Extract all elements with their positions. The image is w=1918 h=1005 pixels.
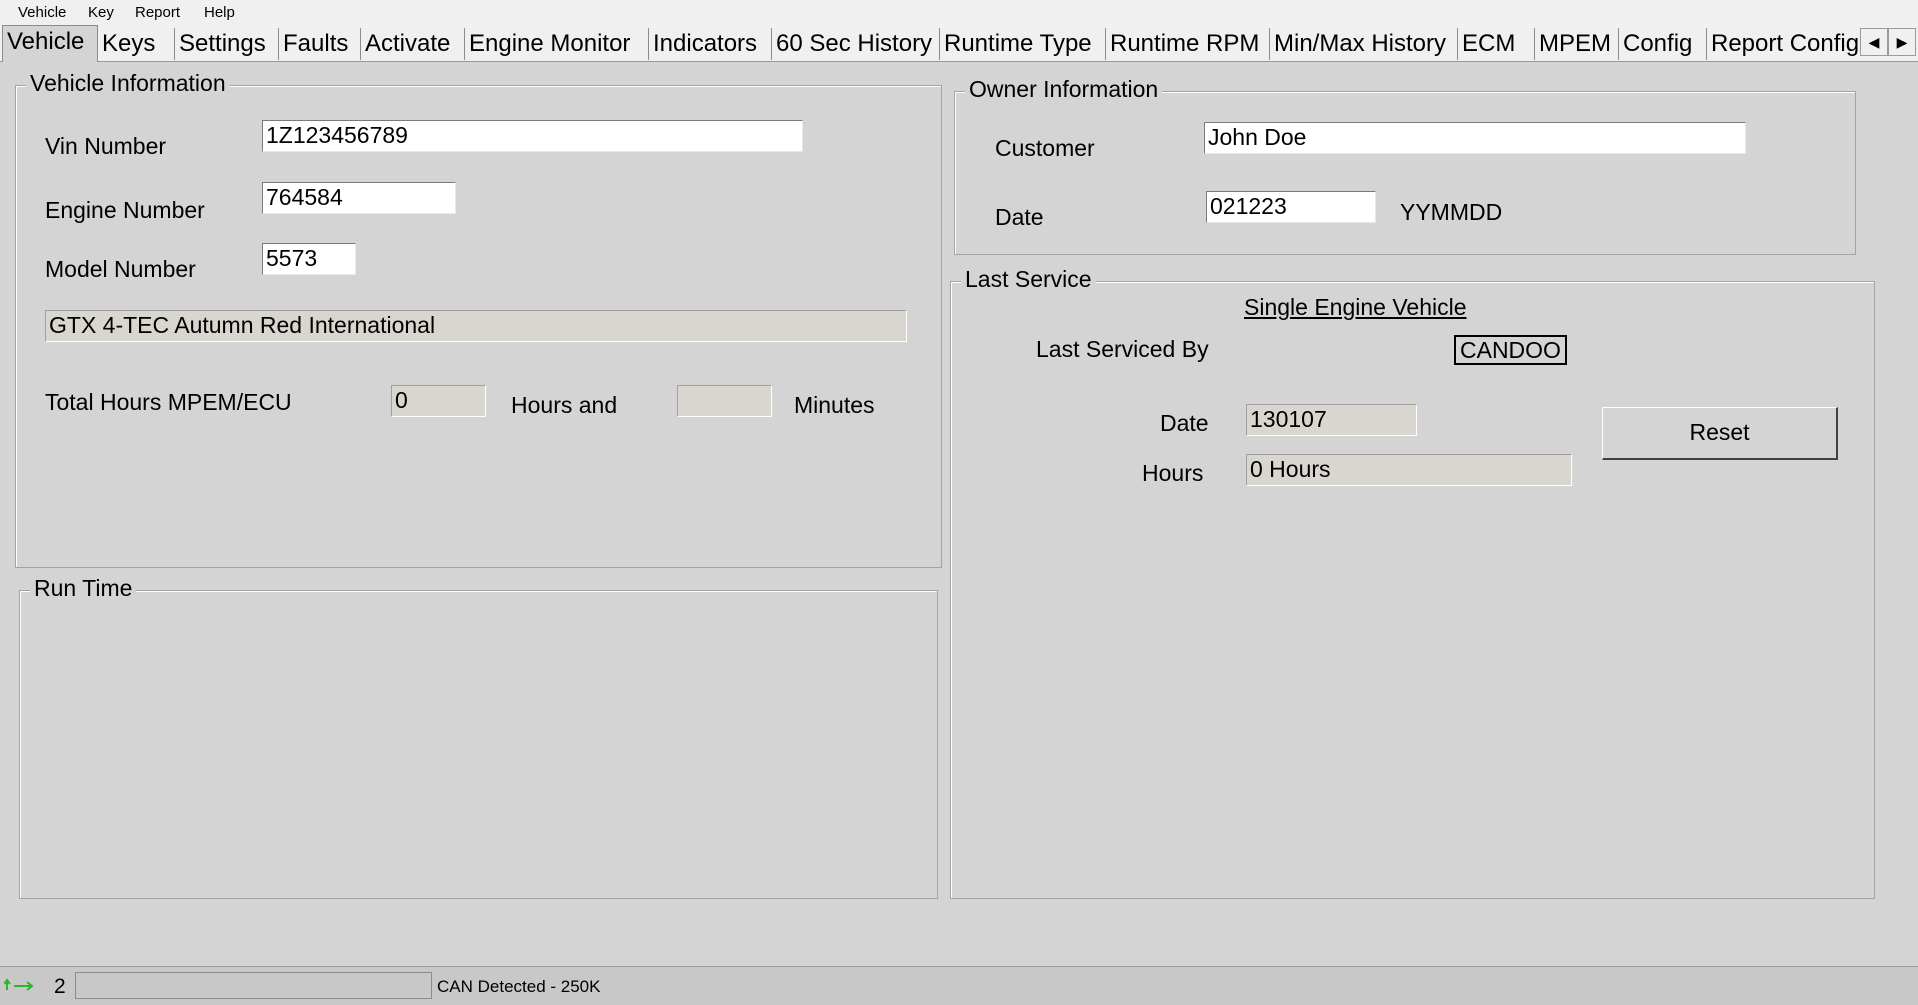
customer-field[interactable]: John Doe xyxy=(1204,122,1746,154)
tab-mpem[interactable]: MPEM xyxy=(1535,28,1619,60)
owner-date-field[interactable]: 021223 xyxy=(1206,191,1376,223)
tab-indicators[interactable]: Indicators xyxy=(649,28,772,60)
tab-scroll-right-icon[interactable]: ▶ xyxy=(1888,28,1916,56)
tab-scroll-left-icon[interactable]: ◀ xyxy=(1860,28,1888,56)
service-date-label: Date xyxy=(1160,410,1209,436)
tab-strip: Vehicle Keys Settings Faults Activate En… xyxy=(0,25,1918,62)
customer-label: Customer xyxy=(995,135,1095,161)
menu-help[interactable]: Help xyxy=(204,4,235,21)
status-count: 2 xyxy=(54,975,66,998)
tab-report-config[interactable]: Report Config xyxy=(1707,28,1862,60)
menu-key[interactable]: Key xyxy=(88,4,114,21)
owner-date-label: Date xyxy=(995,204,1044,230)
service-date-field: 130107 xyxy=(1246,404,1417,436)
tab-config[interactable]: Config xyxy=(1619,28,1707,60)
tab-ecm[interactable]: ECM xyxy=(1458,28,1535,60)
status-progress-panel xyxy=(75,972,432,999)
model-number-label: Model Number xyxy=(45,256,196,282)
minutes-label: Minutes xyxy=(794,392,875,418)
date-format-label: YYMMDD xyxy=(1400,199,1503,225)
status-message: CAN Detected - 250K xyxy=(437,977,601,996)
vehicle-information-group: Vehicle Information Vin Number 1Z1234567… xyxy=(15,70,942,568)
run-time-title: Run Time xyxy=(30,575,137,602)
menu-report[interactable]: Report xyxy=(135,4,180,21)
hours-and-label: Hours and xyxy=(511,392,618,418)
vin-number-field[interactable]: 1Z123456789 xyxy=(262,120,803,152)
owner-information-title: Owner Information xyxy=(965,76,1163,103)
tab-faults[interactable]: Faults xyxy=(279,28,361,60)
vehicle-type-label: Single Engine Vehicle xyxy=(1244,294,1467,320)
status-bar: 2 CAN Detected - 250K xyxy=(0,966,1918,1005)
tab-activate[interactable]: Activate xyxy=(361,28,465,60)
tab-60-sec-history[interactable]: 60 Sec History xyxy=(772,28,940,60)
engine-number-field[interactable]: 764584 xyxy=(262,182,456,214)
tab-settings[interactable]: Settings xyxy=(175,28,279,60)
tab-runtime-rpm[interactable]: Runtime RPM xyxy=(1106,28,1270,60)
connection-arrows-icon xyxy=(3,977,34,998)
vehicle-description-field: GTX 4-TEC Autumn Red International xyxy=(45,310,907,342)
service-hours-field: 0 Hours xyxy=(1246,454,1572,486)
vehicle-information-title: Vehicle Information xyxy=(26,70,230,97)
tab-vehicle[interactable]: Vehicle xyxy=(2,25,98,62)
total-minutes-field xyxy=(677,385,772,417)
tab-engine-monitor[interactable]: Engine Monitor xyxy=(465,28,649,60)
last-service-title: Last Service xyxy=(961,266,1096,293)
menu-bar: Vehicle Key Report Help xyxy=(0,0,1918,25)
total-hours-label: Total Hours MPEM/ECU xyxy=(45,389,292,415)
run-time-group: Run Time xyxy=(19,575,938,899)
menu-vehicle[interactable]: Vehicle xyxy=(18,4,66,21)
service-hours-label: Hours xyxy=(1142,460,1204,486)
reset-button[interactable]: Reset xyxy=(1602,407,1838,460)
total-hours-field: 0 xyxy=(391,385,486,417)
engine-number-label: Engine Number xyxy=(45,197,205,223)
vin-number-label: Vin Number xyxy=(45,133,167,159)
model-number-field[interactable]: 5573 xyxy=(262,243,356,275)
last-service-group: Last Service Single Engine Vehicle Last … xyxy=(950,266,1875,899)
tab-keys[interactable]: Keys xyxy=(98,28,175,60)
tab-runtime-type[interactable]: Runtime Type xyxy=(940,28,1106,60)
last-serviced-by-label: Last Serviced By xyxy=(1036,336,1209,362)
tab-min-max-history[interactable]: Min/Max History xyxy=(1270,28,1458,60)
owner-information-group: Owner Information Customer John Doe Date… xyxy=(954,76,1856,255)
serviced-by-badge: CANDOO xyxy=(1454,335,1567,365)
